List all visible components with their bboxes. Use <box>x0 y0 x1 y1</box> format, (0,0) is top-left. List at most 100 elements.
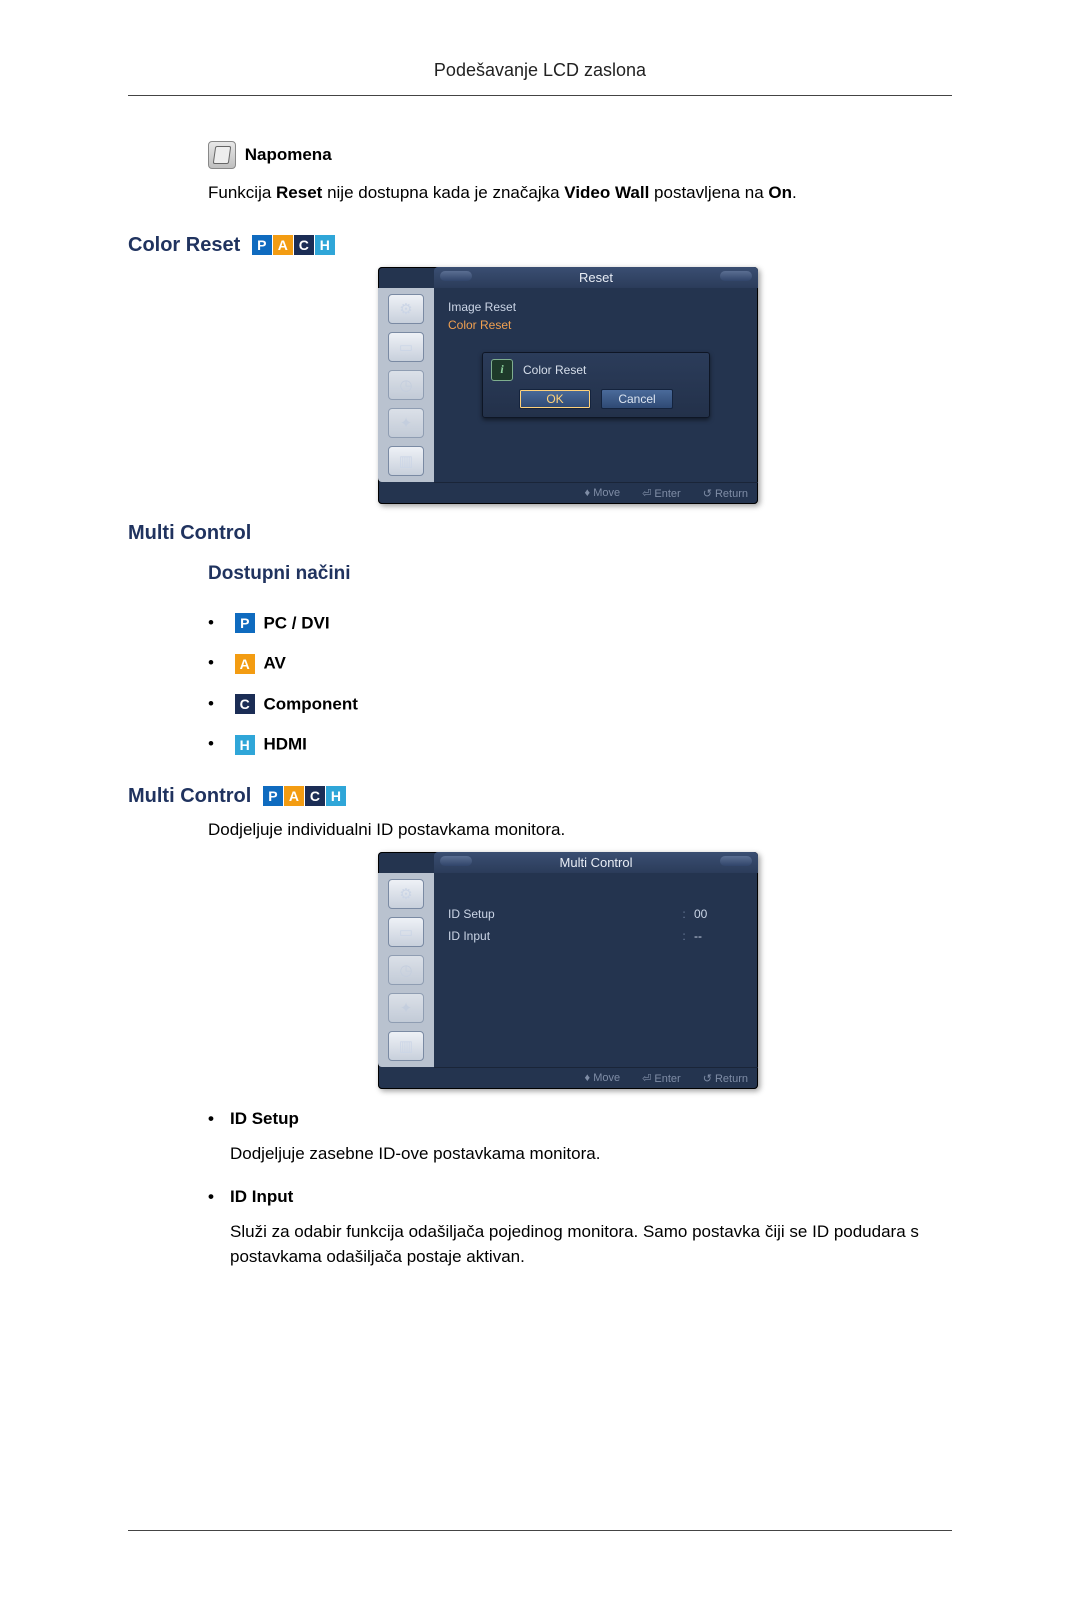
osd-reset-screenshot: Reset ⚙ ▭ ◷ ✦ ▥ Image Reset Color Reset … <box>378 267 758 504</box>
row-label: ID Input <box>448 929 674 943</box>
badge-a-icon: A <box>235 654 255 674</box>
mode-label: PC / DVI <box>263 613 329 632</box>
txt: . <box>792 183 797 202</box>
heading-text: Color Reset <box>128 234 240 256</box>
dialog-buttons: OK Cancel <box>491 389 701 409</box>
badge-h-icon: H <box>326 786 346 806</box>
mode-component: C Component <box>208 684 952 725</box>
osd-title: Multi Control <box>434 852 758 873</box>
osd-multi-control-screenshot: Multi Control ⚙ ▭ ◷ ✦ ▥ ID Setup : 00 ID… <box>378 852 758 1089</box>
row-label: ID Setup <box>448 907 674 921</box>
page: Podešavanje LCD zaslona Napomena Funkcij… <box>0 0 1080 1599</box>
osd-main: ID Setup : 00 ID Input : -- <box>434 873 758 1067</box>
header-rule <box>128 95 952 96</box>
nav-tools-icon: ✦ <box>388 993 424 1023</box>
hint-move: ♦ Move <box>585 1072 621 1085</box>
dialog-title: Color Reset <box>523 363 586 377</box>
page-header: Podešavanje LCD zaslona <box>128 60 952 91</box>
hint-enter: ⏎ Enter <box>642 1072 681 1085</box>
menu-item-color-reset: Color Reset <box>448 316 744 334</box>
mode-list: P PC / DVI A AV C Component H HDMI <box>208 603 952 765</box>
txt: nije dostupna kada je značajka <box>322 183 564 202</box>
nav-settings-icon: ⚙ <box>388 879 424 909</box>
osd-main: Image Reset Color Reset i Color Reset OK… <box>434 288 758 482</box>
pach-badges: P A C H <box>263 786 347 806</box>
heading-multi-control-2: Multi Control P A C H <box>128 785 952 808</box>
nav-tools-icon: ✦ <box>388 408 424 438</box>
note-body: Funkcija Reset nije dostupna kada je zna… <box>208 181 952 206</box>
row-sep: : <box>674 907 694 921</box>
nav-input-icon: ▭ <box>388 332 424 362</box>
hint-move: ♦ Move <box>585 487 621 500</box>
dialog-header: i Color Reset <box>491 359 701 381</box>
badge-c-icon: C <box>235 694 255 714</box>
badge-p-icon: P <box>252 235 272 255</box>
txt-bold: Video Wall <box>564 183 649 202</box>
mode-label: HDMI <box>263 735 306 754</box>
badge-p-icon: P <box>235 613 255 633</box>
txt: Move <box>593 1072 620 1084</box>
menu-item-image-reset: Image Reset <box>448 298 744 316</box>
txt-bold: Reset <box>276 183 322 202</box>
subheading-available-modes: Dostupni načini <box>208 563 952 585</box>
info-icon: i <box>491 359 513 381</box>
hint-return: ↺ Return <box>703 1072 748 1085</box>
mode-av: A AV <box>208 643 952 684</box>
row-id-input: ID Input : -- <box>448 925 744 947</box>
heading-color-reset: Color Reset P A C H <box>128 234 952 257</box>
osd-body: ⚙ ▭ ◷ ✦ ▥ Image Reset Color Reset i Colo… <box>378 288 758 482</box>
row-value: -- <box>694 929 744 943</box>
desc-body-id-input: Služi za odabir funkcija odašiljača poje… <box>230 1219 952 1270</box>
nav-chart-icon: ▥ <box>388 446 424 476</box>
badge-c-icon: C <box>294 235 314 255</box>
footer-rule <box>128 1530 952 1531</box>
badge-h-icon: H <box>315 235 335 255</box>
txt: Return <box>715 488 748 500</box>
txt: Enter <box>654 488 680 500</box>
mode-hdmi: H HDMI <box>208 724 952 765</box>
desc-body-id-setup: Dodjeljuje zasebne ID-ove postavkama mon… <box>230 1141 952 1167</box>
mode-label: AV <box>263 654 285 673</box>
heading-text: Multi Control <box>128 785 251 807</box>
badge-c-icon: C <box>305 786 325 806</box>
description-list: ID Setup Dodjeljuje zasebne ID-ove posta… <box>208 1109 952 1270</box>
nav-timer-icon: ◷ <box>388 370 424 400</box>
nav-timer-icon: ◷ <box>388 955 424 985</box>
mode-pc: P PC / DVI <box>208 603 952 644</box>
pach-badges: P A C H <box>252 235 336 255</box>
row-value: 00 <box>694 907 744 921</box>
osd-footer: ♦ Move ⏎ Enter ↺ Return <box>434 1067 758 1089</box>
row-sep: : <box>674 929 694 943</box>
osd-title: Reset <box>434 267 758 288</box>
txt-bold: On <box>768 183 792 202</box>
badge-h-icon: H <box>235 735 255 755</box>
badge-a-icon: A <box>284 786 304 806</box>
ok-button: OK <box>519 389 591 409</box>
osd-sidebar: ⚙ ▭ ◷ ✦ ▥ <box>378 288 434 482</box>
note-icon <box>208 141 236 169</box>
row-id-setup: ID Setup : 00 <box>448 903 744 925</box>
badge-a-icon: A <box>273 235 293 255</box>
txt: Enter <box>654 1073 680 1085</box>
nav-input-icon: ▭ <box>388 917 424 947</box>
txt: postavljena na <box>649 183 768 202</box>
mode-label: Component <box>263 694 357 713</box>
note-row: Napomena <box>208 141 952 169</box>
cancel-button: Cancel <box>601 389 673 409</box>
txt: Return <box>715 1073 748 1085</box>
hint-enter: ⏎ Enter <box>642 487 681 500</box>
txt: Move <box>593 487 620 499</box>
multi-control-intro: Dodjeljuje individualni ID postavkama mo… <box>208 818 952 843</box>
osd-body: ⚙ ▭ ◷ ✦ ▥ ID Setup : 00 ID Input : -- <box>378 873 758 1067</box>
osd-sidebar: ⚙ ▭ ◷ ✦ ▥ <box>378 873 434 1067</box>
nav-chart-icon: ▥ <box>388 1031 424 1061</box>
nav-settings-icon: ⚙ <box>388 294 424 324</box>
osd-footer: ♦ Move ⏎ Enter ↺ Return <box>434 482 758 504</box>
hint-return: ↺ Return <box>703 487 748 500</box>
note-label: Napomena <box>245 145 332 164</box>
txt: Funkcija <box>208 183 276 202</box>
desc-title-id-input: ID Input <box>208 1187 952 1207</box>
heading-multi-control: Multi Control <box>128 522 952 545</box>
badge-p-icon: P <box>263 786 283 806</box>
desc-title-id-setup: ID Setup <box>208 1109 952 1129</box>
